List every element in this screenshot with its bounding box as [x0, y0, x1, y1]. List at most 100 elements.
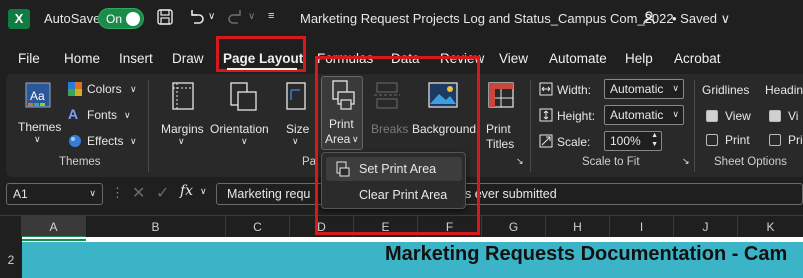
column-header-k[interactable]: K — [738, 216, 803, 238]
page-layout-tab-highlight — [216, 36, 306, 72]
tab-draw[interactable]: Draw — [172, 51, 204, 66]
orientation-icon — [230, 82, 258, 115]
themes-label: Themes — [18, 120, 62, 134]
scale-to-fit-group-label: Scale to Fit — [582, 156, 640, 168]
scale-spinner[interactable]: 100% ▲ ▼ — [604, 131, 662, 151]
print-titles-button[interactable]: Print Titles — [482, 80, 522, 151]
autosave-toggle-state: On — [106, 12, 123, 26]
undo-icon[interactable] — [186, 7, 206, 32]
column-header-c[interactable]: C — [226, 216, 290, 238]
row-header-2[interactable]: 2 — [0, 242, 22, 278]
orientation-button[interactable]: Orientation ∨ — [210, 80, 278, 150]
gridlines-view-checkbox[interactable] — [706, 110, 718, 122]
customize-toolbar-icon[interactable]: ≡ — [268, 10, 274, 22]
width-dropdown-value: Automatic — [610, 82, 664, 96]
group-separator — [694, 80, 695, 172]
column-header-a[interactable]: A — [22, 216, 86, 238]
tab-acrobat[interactable]: Acrobat — [674, 51, 721, 66]
column-header-b[interactable]: B — [86, 216, 226, 238]
saved-status-text: Saved — [680, 11, 718, 26]
colors-chevron-icon: ∨ — [130, 84, 137, 94]
chevron-down-icon: ∨ — [672, 109, 679, 119]
width-icon — [539, 82, 553, 99]
group-separator — [148, 80, 149, 172]
headings-print-checkbox[interactable] — [769, 134, 781, 146]
headings-label: Headin — [765, 83, 803, 97]
spinner-arrows-icon[interactable]: ▲ ▼ — [651, 131, 658, 149]
height-label: Height: — [557, 109, 596, 123]
tab-help[interactable]: Help — [625, 51, 653, 66]
selected-cell-a1[interactable] — [22, 237, 86, 241]
column-header-g[interactable]: G — [482, 216, 546, 238]
effects-label: Effects — [87, 134, 124, 148]
insert-function-button[interactable]: fx — [180, 183, 193, 199]
print-titles-icon — [488, 82, 514, 113]
print-area-highlight — [315, 56, 480, 235]
scale-to-fit-dialog-launcher-icon[interactable]: ↘ — [682, 156, 690, 167]
undo-dropdown-icon[interactable]: ∨ — [208, 11, 215, 22]
tab-insert[interactable]: Insert — [119, 51, 153, 66]
gridlines-view-label: View — [725, 109, 751, 123]
print-titles-label-line1: Print — [486, 122, 511, 136]
gridlines-print-label: Print — [725, 133, 750, 147]
column-header-j[interactable]: J — [674, 216, 738, 238]
tab-view[interactable]: View — [499, 51, 528, 66]
formula-content-left: Marketing requ — [227, 187, 311, 201]
height-dropdown-value: Automatic — [610, 108, 664, 122]
formula-input[interactable]: Marketing requ s ever submitted — [216, 183, 803, 205]
toggle-knob — [126, 12, 140, 26]
tab-file[interactable]: File — [18, 51, 40, 66]
column-header-h[interactable]: H — [546, 216, 610, 238]
themes-group-label: Themes — [59, 156, 101, 168]
themes-icon: Aa — [25, 82, 51, 111]
height-icon — [539, 108, 553, 125]
size-label: Size — [286, 122, 310, 136]
tab-automate[interactable]: Automate — [549, 51, 607, 66]
orientation-label: Orientation — [210, 122, 269, 136]
active-tab-underline — [227, 68, 297, 70]
width-label: Width: — [557, 83, 592, 97]
margins-label: Margins — [161, 122, 204, 136]
size-button[interactable]: Size ∨ — [284, 80, 314, 150]
page-setup-dialog-launcher-icon[interactable]: ↘ — [516, 156, 524, 167]
select-all-corner[interactable] — [0, 216, 22, 238]
document-title[interactable]: Marketing Request Projects Log and Statu… — [300, 11, 674, 26]
themes-button[interactable]: Aa Themes ∨ — [14, 80, 62, 148]
chevron-down-icon: ∨ — [89, 188, 96, 198]
width-dropdown[interactable]: Automatic ∨ — [604, 79, 684, 99]
effects-chevron-icon: ∨ — [130, 136, 137, 146]
save-icon[interactable] — [156, 8, 174, 29]
redo-dropdown-icon: ∨ — [248, 11, 256, 22]
title-bar: X AutoSave On ∨ ∨ ≡ Marketing Request Pr… — [0, 0, 803, 38]
height-dropdown[interactable]: Automatic ∨ — [604, 105, 684, 125]
group-separator — [530, 80, 531, 172]
page-setup-group-label: Pa — [302, 156, 317, 168]
size-icon — [286, 82, 308, 115]
gridlines-label: Gridlines — [702, 83, 750, 97]
user-shared-icon[interactable] — [642, 10, 658, 29]
margins-button[interactable]: Margins ∨ — [158, 80, 208, 150]
fonts-chevron-icon: ∨ — [124, 110, 131, 120]
colors-icon — [68, 82, 82, 99]
name-box[interactable]: A1 ∨ — [6, 183, 103, 205]
enter-icon: ✓ — [156, 185, 170, 202]
headings-view-label: Vi — [788, 109, 799, 123]
margins-icon — [172, 82, 194, 113]
headings-view-checkbox[interactable] — [769, 110, 781, 122]
autosave-toggle[interactable]: On — [98, 8, 144, 29]
tab-home[interactable]: Home — [64, 51, 100, 66]
more-options-icon[interactable]: ⋮ — [111, 185, 124, 201]
chevron-down-icon[interactable]: ∨ — [200, 186, 207, 197]
size-chevron-icon: ∨ — [292, 136, 299, 146]
colors-label: Colors — [87, 82, 122, 96]
gridlines-print-checkbox[interactable] — [706, 134, 718, 146]
print-titles-label-line2: Titles — [486, 137, 515, 151]
saved-status[interactable]: • Saved ∨ — [672, 11, 730, 27]
cancel-icon: ✕ — [132, 185, 146, 202]
fonts-icon: A — [68, 106, 79, 122]
redo-icon — [226, 7, 246, 30]
headings-print-label: Pri — [788, 133, 803, 147]
column-header-i[interactable]: I — [610, 216, 674, 238]
scale-icon — [539, 134, 553, 151]
svg-text:Aa: Aa — [30, 89, 45, 103]
